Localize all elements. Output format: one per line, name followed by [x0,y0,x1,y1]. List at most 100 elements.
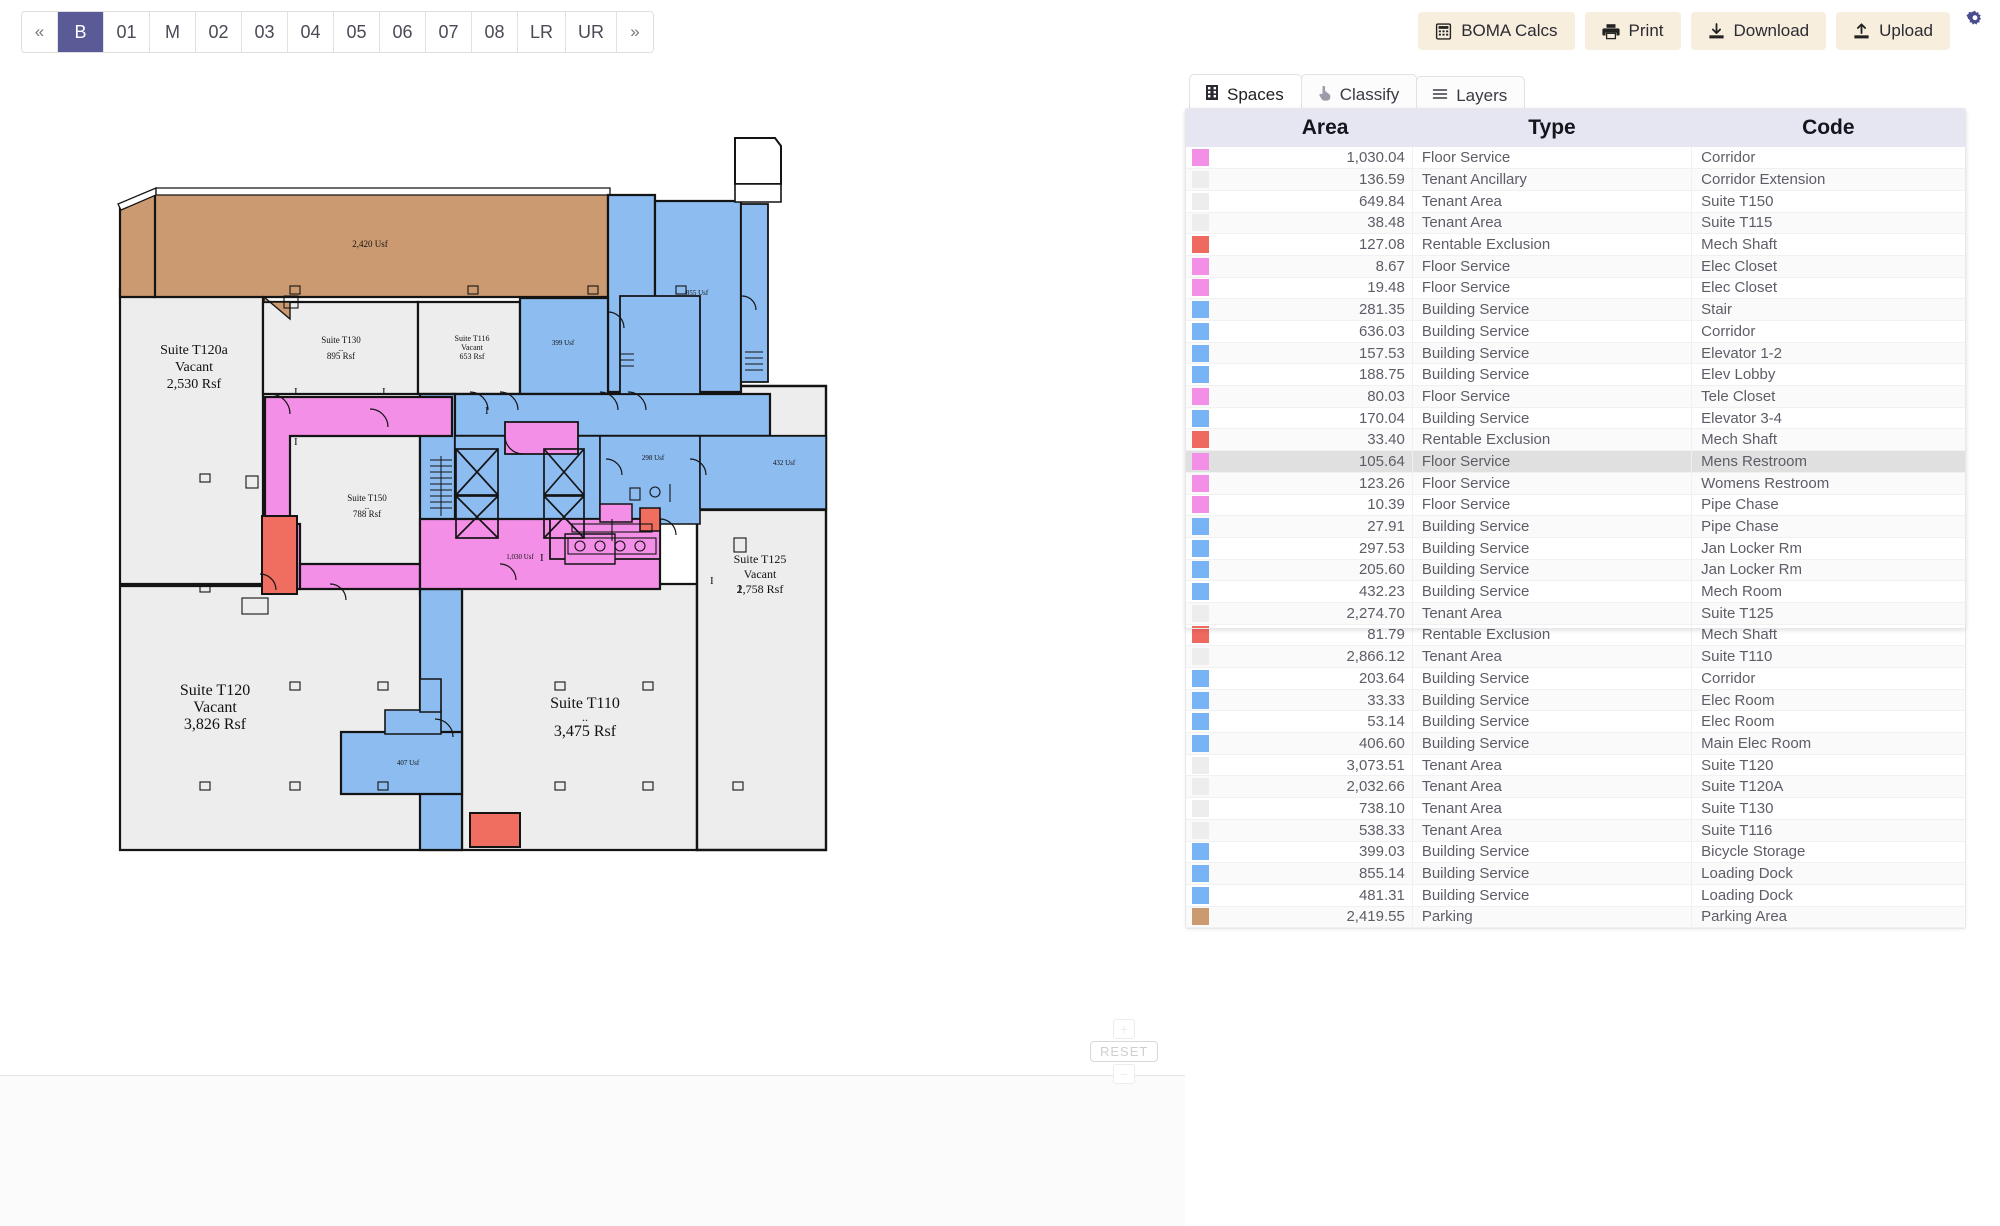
row-color-swatch[interactable] [1186,580,1238,603]
row-color-swatch[interactable] [1186,385,1238,408]
pager-page-01[interactable]: 01 [104,12,150,52]
table-row[interactable]: 19.48 Floor Service Elec Closet [1186,277,1965,300]
table-row[interactable]: 105.64 Floor Service Mens Restroom [1186,450,1965,473]
row-color-swatch[interactable] [1186,212,1238,235]
row-color-swatch[interactable] [1186,233,1238,256]
table-row[interactable]: 33.40 Rentable Exclusion Mech Shaft [1186,428,1965,452]
row-color-swatch[interactable] [1186,190,1238,213]
row-color-swatch[interactable] [1186,515,1238,538]
row-color-swatch[interactable] [1186,320,1238,343]
table-row[interactable]: 2,274.70 Tenant Area Suite T125 [1186,602,1965,625]
table-row[interactable]: 406.60 Building Service Main Elec Room [1186,732,1965,755]
table-row[interactable]: 27.91 Building Service Pipe Chase [1186,515,1965,538]
row-color-swatch[interactable] [1186,710,1238,734]
row-color-swatch[interactable] [1186,342,1238,365]
pager-page-ur[interactable]: UR [566,12,618,52]
table-row[interactable]: 170.04 Building Service Elevator 3-4 [1186,407,1965,430]
row-color-swatch[interactable] [1186,624,1238,647]
table-row[interactable]: 127.08 Rentable Exclusion Mech Shaft [1186,233,1965,256]
row-color-swatch[interactable] [1186,602,1238,625]
table-row[interactable]: 188.75 Building Service Elev Lobby [1186,363,1965,387]
row-color-swatch[interactable] [1186,754,1238,777]
boma-calcs-button[interactable]: BOMA Calcs [1418,12,1575,50]
table-row[interactable]: 8.67 Floor Service Elec Closet [1186,255,1965,278]
pager-first[interactable]: « [22,12,58,52]
row-color-swatch[interactable] [1186,363,1238,387]
row-color-swatch[interactable] [1186,298,1238,321]
row-color-swatch[interactable] [1186,255,1238,278]
floor-plan-viewport[interactable]: .wall { fill:none; stroke:#141414; strok… [0,64,1185,1226]
pager-page-b[interactable]: B [58,12,104,52]
table-row[interactable]: 2,419.55 Parking Parking Area [1186,906,1965,929]
pager-page-06[interactable]: 06 [380,12,426,52]
download-button[interactable]: Download [1690,12,1827,50]
table-row[interactable]: 81.79 Rentable Exclusion Mech Shaft [1186,624,1965,647]
row-color-swatch[interactable] [1186,732,1238,755]
upload-button[interactable]: Upload [1836,12,1950,50]
table-row[interactable]: 855.14 Building Service Loading Dock [1186,862,1965,885]
table-row[interactable]: 33.33 Building Service Elec Room [1186,689,1965,712]
floor-pager[interactable]: « B 01 M 02 03 04 05 06 07 08 LR UR » [21,11,655,53]
table-row[interactable]: 203.64 Building Service Corridor [1186,667,1965,690]
zoom-in-button[interactable]: + [1113,1019,1136,1039]
table-row[interactable]: 205.60 Building Service Jan Locker Rm [1186,559,1965,582]
table-row[interactable]: 738.10 Tenant Area Suite T130 [1186,797,1965,820]
row-color-swatch[interactable] [1186,450,1238,473]
row-color-swatch[interactable] [1186,428,1238,452]
pager-page-08[interactable]: 08 [472,12,518,52]
table-row[interactable]: 636.03 Building Service Corridor [1186,320,1965,343]
table-row[interactable]: 399.03 Building Service Bicycle Storage [1186,841,1965,864]
row-color-swatch[interactable] [1186,494,1238,517]
table-row[interactable]: 649.84 Tenant Area Suite T150 [1186,190,1965,213]
table-row[interactable]: 432.23 Building Service Mech Room [1186,580,1965,603]
print-button[interactable]: Print [1584,12,1681,50]
column-header-area[interactable]: Area [1237,109,1413,147]
row-color-swatch[interactable] [1186,168,1238,191]
zoom-out-button[interactable]: − [1113,1064,1136,1084]
table-row[interactable]: 538.33 Tenant Area Suite T116 [1186,819,1965,842]
table-row[interactable]: 123.26 Floor Service Womens Restroom [1186,472,1965,495]
row-color-swatch[interactable] [1186,797,1238,820]
table-row[interactable]: 281.35 Building Service Stair [1186,298,1965,321]
table-row[interactable]: 53.14 Building Service Elec Room [1186,710,1965,734]
row-color-swatch[interactable] [1186,147,1238,170]
pager-page-07[interactable]: 07 [426,12,472,52]
row-color-swatch[interactable] [1186,906,1238,929]
table-row[interactable]: 136.59 Tenant Ancillary Corridor Extension [1186,168,1965,191]
column-header-swatch[interactable] [1186,109,1238,147]
gear-icon[interactable] [1966,10,1984,28]
plan-zoom-controls[interactable]: + RESET − [1090,1019,1159,1084]
row-color-swatch[interactable] [1186,862,1238,885]
pager-last[interactable]: » [617,12,654,52]
row-color-swatch[interactable] [1186,689,1238,712]
row-color-swatch[interactable] [1186,559,1238,582]
pager-page-m[interactable]: M [150,12,196,52]
column-header-type[interactable]: Type [1412,109,1692,147]
table-row[interactable]: 1,030.04 Floor Service Corridor [1186,147,1965,170]
table-row[interactable]: 157.53 Building Service Elevator 1-2 [1186,342,1965,365]
pager-page-05[interactable]: 05 [334,12,380,52]
pager-page-02[interactable]: 02 [196,12,242,52]
row-color-swatch[interactable] [1186,277,1238,300]
row-color-swatch[interactable] [1186,819,1238,842]
floor-plan-drawing[interactable]: .wall { fill:none; stroke:#141414; strok… [0,64,1185,1075]
table-row[interactable]: 2,866.12 Tenant Area Suite T110 [1186,645,1965,668]
pager-page-03[interactable]: 03 [242,12,288,52]
row-color-swatch[interactable] [1186,667,1238,690]
table-row[interactable]: 38.48 Tenant Area Suite T115 [1186,212,1965,235]
column-header-code[interactable]: Code [1691,109,1965,147]
spaces-table-card[interactable]: Area Type Code 1,030.04 Floor Service Corr… [1185,108,1966,930]
table-row[interactable]: 2,032.66 Tenant Area Suite T120A [1186,775,1965,799]
table-row[interactable]: 3,073.51 Tenant Area Suite T120 [1186,754,1965,777]
row-color-swatch[interactable] [1186,472,1238,495]
row-color-swatch[interactable] [1186,775,1238,799]
pager-page-04[interactable]: 04 [288,12,334,52]
table-row[interactable]: 80.03 Floor Service Tele Closet [1186,385,1965,408]
row-color-swatch[interactable] [1186,537,1238,560]
row-color-swatch[interactable] [1186,645,1238,668]
row-color-swatch[interactable] [1186,841,1238,864]
table-row[interactable]: 297.53 Building Service Jan Locker Rm [1186,537,1965,560]
reset-view-button[interactable]: RESET [1090,1041,1159,1062]
pager-page-lr[interactable]: LR [518,12,567,52]
row-color-swatch[interactable] [1186,407,1238,430]
